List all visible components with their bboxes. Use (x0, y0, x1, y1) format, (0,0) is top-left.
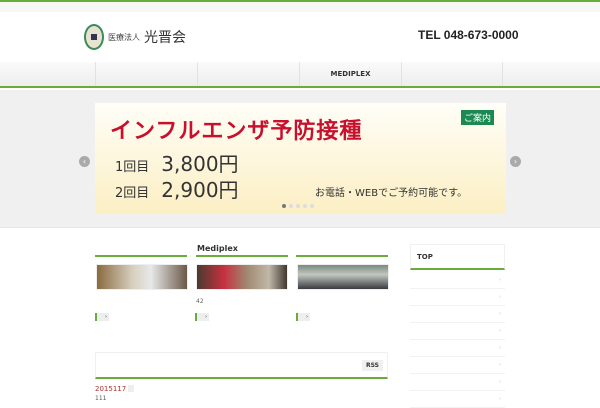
sidebar-link[interactable]: › (410, 306, 505, 323)
news-category-badge (128, 385, 134, 392)
top-band (0, 2, 600, 12)
row-price: 2,900円 (161, 178, 239, 202)
slider-dot[interactable] (296, 204, 300, 208)
sidebar-link[interactable]: › (410, 374, 505, 391)
slider-dot[interactable] (282, 204, 286, 208)
sidebar-link[interactable]: › (410, 272, 505, 289)
news-header: RSS (95, 352, 388, 379)
sidebar-link[interactable]: › (410, 340, 505, 357)
slider-dot[interactable] (303, 204, 307, 208)
site-logo[interactable]: 医療法人 光晋会 (84, 24, 186, 50)
news-date: 2015117 (95, 385, 127, 393)
column-heading-mediplex: Mediplex (196, 244, 288, 257)
phone-number: TEL 048-673-0000 (418, 28, 519, 42)
nav-item-4[interactable] (401, 62, 503, 86)
nav-item-2[interactable] (197, 62, 299, 86)
column-heading-3 (296, 244, 388, 257)
logo-prefix: 医療法人 (108, 32, 140, 42)
thumbnail-image-1[interactable] (96, 264, 188, 290)
sidebar-link[interactable]: › (410, 289, 505, 306)
nav-item-1[interactable] (95, 62, 197, 86)
price-row-1: 1回目 3,800円 (115, 148, 239, 177)
sidebar-title: TOP (410, 244, 505, 270)
nav-item-mediplex[interactable]: MEDIPLEX (299, 62, 401, 86)
price-row-2: 2回目 2,900円 (115, 174, 239, 203)
logo-name: 光晋会 (144, 30, 186, 46)
banner-title: インフルエンザ予防接種 (110, 119, 363, 144)
row-label: 2回目 (115, 186, 150, 201)
rss-button[interactable]: RSS (362, 360, 383, 371)
more-link-1[interactable]: › (95, 313, 109, 321)
sidebar-link[interactable]: › (410, 323, 505, 340)
row-label: 1回目 (115, 160, 150, 175)
row-price: 3,800円 (161, 152, 239, 176)
count-text: 42 (196, 298, 204, 305)
thumbnail-image-2[interactable] (196, 264, 288, 290)
column-heading-1 (95, 244, 187, 257)
slider-next-button[interactable]: › (510, 156, 521, 167)
emblem-icon (84, 24, 104, 50)
slider-prev-button[interactable]: ‹ (79, 156, 90, 167)
sidebar-link[interactable]: › (410, 357, 505, 374)
banner-badge: ご案内 (461, 110, 495, 125)
slider-dot[interactable] (289, 204, 293, 208)
slider-dot[interactable] (310, 204, 314, 208)
news-title[interactable]: 111 (95, 395, 106, 402)
banner-note: お電話・WEBでご予約可能です。 (315, 188, 468, 199)
more-link-3[interactable]: › (296, 313, 310, 321)
slider-dots (282, 204, 314, 208)
thumbnail-image-3[interactable] (297, 264, 389, 290)
slider-banner[interactable]: インフルエンザ予防接種 ご案内 1回目 3,800円 2回目 2,900円 お電話・… (95, 103, 506, 213)
more-link-2[interactable]: › (195, 313, 209, 321)
main-nav: MEDIPLEX (0, 62, 600, 88)
